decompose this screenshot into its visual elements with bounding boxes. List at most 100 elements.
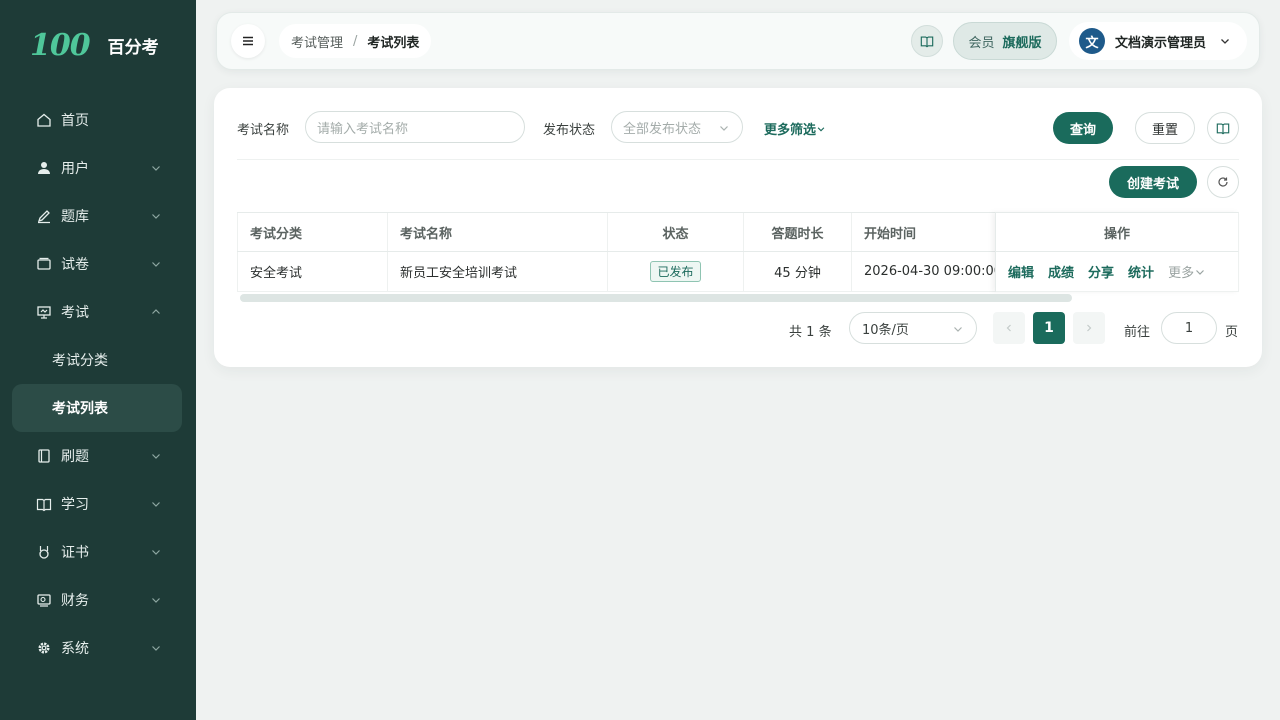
table-header: 考试分类 考试名称 状态 答题时长 开始时间 bbox=[237, 212, 995, 252]
pagination-total-count: 1 bbox=[806, 325, 815, 340]
chevron-down-icon bbox=[954, 327, 962, 332]
refresh-button[interactable] bbox=[1207, 166, 1239, 198]
chevron-down-icon bbox=[152, 166, 160, 171]
chevron-down-icon bbox=[152, 214, 160, 219]
sidebar-item-label: 考试 bbox=[61, 305, 89, 321]
chevron-down-icon bbox=[1196, 269, 1205, 275]
chevron-down-icon bbox=[1221, 39, 1229, 44]
book-open-icon bbox=[36, 496, 52, 512]
row-actions: 编辑 成绩 分享 统计 更多 bbox=[996, 252, 1239, 292]
create-exam-button[interactable]: 创建考试 bbox=[1109, 166, 1197, 198]
sidebar-item-certificate[interactable]: 证书 bbox=[0, 528, 196, 576]
book-open-icon bbox=[1216, 123, 1230, 135]
sidebar-item-users[interactable]: 用户 bbox=[0, 144, 196, 192]
brand-logo[interactable]: 100 百分考 bbox=[30, 24, 159, 66]
guide-button[interactable] bbox=[1207, 112, 1239, 144]
home-icon bbox=[36, 112, 52, 128]
chevron-down-icon bbox=[152, 598, 160, 603]
sidebar: 100 百分考 首页 用户 题库 试卷 考试 考试分类 考试列表 刷题 学习 证… bbox=[0, 0, 196, 720]
chevron-down-icon bbox=[152, 550, 160, 555]
pen-icon bbox=[36, 208, 52, 224]
edit-link[interactable]: 编辑 bbox=[1008, 262, 1034, 281]
column-header: 考试分类 bbox=[237, 213, 387, 251]
breadcrumb-parent[interactable]: 考试管理 bbox=[291, 32, 343, 51]
exam-list-card: 考试名称 请输入考试名称 发布状态 全部发布状态 更多筛选 查询 重置 创建考试… bbox=[214, 88, 1262, 367]
column-header: 考试名称 bbox=[387, 213, 607, 251]
page-suffix-label: 页 bbox=[1225, 325, 1239, 340]
refresh-icon bbox=[1218, 177, 1228, 187]
pagination-total: 共 1 条 bbox=[789, 321, 832, 340]
table-row[interactable]: 安全考试 新员工安全培训考试 已发布 45 分钟 2026-04-30 09:0… bbox=[237, 252, 995, 292]
chevron-down-icon bbox=[817, 126, 825, 131]
goto-page-input[interactable]: 1 bbox=[1161, 312, 1217, 344]
book-open-icon bbox=[920, 36, 934, 48]
sidebar-item-label: 试卷 bbox=[61, 257, 89, 273]
sidebar-item-label: 首页 bbox=[61, 113, 89, 129]
folder-icon bbox=[36, 256, 52, 272]
sidebar-subitem-exam-category[interactable]: 考试分类 bbox=[0, 336, 196, 384]
avatar: 文 bbox=[1079, 28, 1105, 54]
pagination-total-suffix: 条 bbox=[818, 325, 832, 340]
scores-link[interactable]: 成绩 bbox=[1048, 262, 1074, 281]
more-actions-label: 更多 bbox=[1168, 266, 1195, 281]
chevron-down-icon bbox=[152, 262, 160, 267]
logo-mark: 100 bbox=[30, 27, 91, 63]
sidebar-item-label: 用户 bbox=[61, 161, 89, 177]
cell-exam-name: 新员工安全培训考试 bbox=[387, 252, 607, 291]
sidebar-item-exam[interactable]: 考试 bbox=[0, 288, 196, 336]
breadcrumb: 考试管理 / 考试列表 bbox=[279, 24, 432, 58]
sidebar-item-home[interactable]: 首页 bbox=[0, 96, 196, 144]
menu-toggle-button[interactable] bbox=[231, 24, 265, 58]
sidebar-item-learning[interactable]: 学习 bbox=[0, 480, 196, 528]
pagination-total-prefix: 共 bbox=[789, 325, 803, 340]
sidebar-item-label: 系统 bbox=[61, 641, 89, 657]
sidebar-item-papers[interactable]: 试卷 bbox=[0, 240, 196, 288]
column-header: 操作 bbox=[996, 212, 1239, 252]
prev-page-button[interactable] bbox=[993, 312, 1025, 344]
medal-icon bbox=[36, 544, 52, 560]
user-menu[interactable]: 文 文档演示管理员 bbox=[1069, 22, 1247, 60]
next-page-button[interactable] bbox=[1073, 312, 1105, 344]
cell-category: 安全考试 bbox=[237, 252, 387, 291]
page-size-select[interactable]: 10条/页 bbox=[849, 312, 977, 344]
sidebar-nav: 首页 用户 题库 试卷 考试 考试分类 考试列表 刷题 学习 证书 财务 系统 bbox=[0, 96, 196, 672]
actions-column: 操作 编辑 成绩 分享 统计 更多 bbox=[995, 212, 1239, 292]
status-select[interactable]: 全部发布状态 bbox=[611, 111, 743, 143]
notebook-icon bbox=[36, 448, 52, 464]
more-filters-label: 更多筛选 bbox=[764, 123, 817, 138]
sidebar-item-question-bank[interactable]: 题库 bbox=[0, 192, 196, 240]
breadcrumb-separator: / bbox=[353, 33, 358, 49]
cell-start-time: 2026-04-30 09:00:00 bbox=[851, 252, 995, 291]
more-filters-link[interactable]: 更多筛选 bbox=[764, 119, 826, 138]
horizontal-scrollbar[interactable] bbox=[240, 294, 1072, 302]
column-header: 答题时长 bbox=[743, 213, 851, 251]
query-button[interactable]: 查询 bbox=[1053, 112, 1113, 144]
share-link[interactable]: 分享 bbox=[1088, 262, 1114, 281]
membership-badge[interactable]: 会员 旗舰版 bbox=[953, 22, 1057, 60]
top-header: 考试管理 / 考试列表 会员 旗舰版 文 文档演示管理员 bbox=[216, 12, 1260, 70]
sidebar-item-label: 刷题 bbox=[61, 449, 89, 465]
chevron-down-icon bbox=[720, 126, 728, 131]
sidebar-item-finance[interactable]: 财务 bbox=[0, 576, 196, 624]
more-actions-dropdown[interactable]: 更多 bbox=[1168, 262, 1206, 281]
reset-button[interactable]: 重置 bbox=[1135, 112, 1195, 144]
status-label: 发布状态 bbox=[543, 123, 596, 138]
page-size-value: 10条/页 bbox=[862, 322, 909, 338]
chevron-up-icon bbox=[152, 309, 160, 314]
membership-tier: 旗舰版 bbox=[1002, 35, 1042, 51]
docs-button[interactable] bbox=[911, 25, 943, 57]
exam-name-input[interactable]: 请输入考试名称 bbox=[305, 111, 525, 143]
page-number-current[interactable]: 1 bbox=[1033, 312, 1065, 344]
sidebar-subitem-exam-list[interactable]: 考试列表 bbox=[12, 384, 182, 432]
breadcrumb-current: 考试列表 bbox=[367, 35, 420, 51]
chevron-left-icon bbox=[1006, 324, 1011, 332]
membership-label: 会员 bbox=[968, 35, 995, 51]
chevron-down-icon bbox=[152, 502, 160, 507]
exam-name-label: 考试名称 bbox=[237, 123, 290, 138]
sidebar-item-system[interactable]: 系统 bbox=[0, 624, 196, 672]
sidebar-item-label: 题库 bbox=[61, 209, 89, 225]
stats-link[interactable]: 统计 bbox=[1128, 262, 1154, 281]
sidebar-item-label: 学习 bbox=[61, 497, 89, 513]
column-header: 开始时间 bbox=[851, 213, 995, 251]
sidebar-item-practice[interactable]: 刷题 bbox=[0, 432, 196, 480]
